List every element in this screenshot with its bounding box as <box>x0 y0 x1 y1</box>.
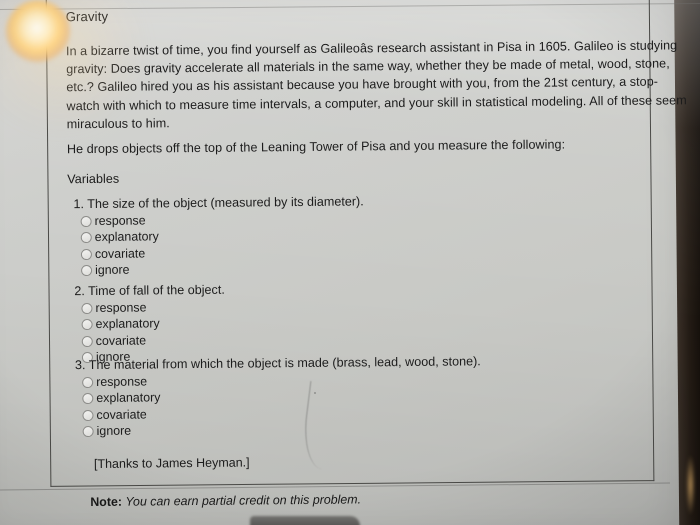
option-label: response <box>95 300 147 315</box>
question-2-text: 2. Time of fall of the object. <box>74 282 225 299</box>
foreground-object <box>250 516 360 525</box>
radio-icon[interactable] <box>80 248 92 260</box>
note-label: Note: <box>90 494 123 510</box>
note-text: You can earn partial credit on this prob… <box>125 492 362 509</box>
radio-icon[interactable] <box>81 302 93 314</box>
question-2-option-response[interactable]: response <box>81 299 225 317</box>
option-label: response <box>96 374 148 389</box>
radio-icon[interactable] <box>80 232 92 244</box>
option-label: explanatory <box>94 229 159 245</box>
problem-measurement-line: He drops objects off the top of the Lean… <box>66 137 566 157</box>
radio-icon[interactable] <box>81 265 93 277</box>
screen-speck-artifact <box>314 392 316 394</box>
option-label: covariate <box>95 333 147 348</box>
option-label: ignore <box>96 423 132 439</box>
question-2: 2. Time of fall of the object. response … <box>74 282 225 366</box>
attribution-text: [Thanks to James Heyman.] <box>93 455 250 471</box>
radio-icon[interactable] <box>82 409 94 421</box>
question-3: 3. The material from which the object is… <box>75 353 482 440</box>
lens-flare-glare <box>6 0 70 62</box>
option-label: explanatory <box>95 316 160 332</box>
partial-credit-note: Note: You can earn partial credit on thi… <box>90 492 361 509</box>
option-label: covariate <box>94 246 146 261</box>
option-label: ignore <box>95 262 130 278</box>
radio-icon[interactable] <box>82 376 94 388</box>
option-label: response <box>94 213 146 228</box>
question-2-option-explanatory[interactable]: explanatory <box>81 315 226 333</box>
radio-icon[interactable] <box>82 426 94 438</box>
question-3-option-ignore[interactable]: ignore <box>82 420 482 440</box>
question-1-option-ignore[interactable]: ignore <box>81 260 364 279</box>
option-label: covariate <box>96 407 147 422</box>
radio-icon[interactable] <box>80 215 92 227</box>
radio-icon[interactable] <box>82 393 94 405</box>
variables-heading: Variables <box>67 171 120 187</box>
radio-icon[interactable] <box>81 335 93 347</box>
problem-intro-paragraph: In a bizarre twist of time, you find you… <box>65 38 687 132</box>
screen-photo: Gravity In a bizarre twist of time, you … <box>0 0 700 525</box>
radio-icon[interactable] <box>81 319 93 331</box>
option-label: explanatory <box>96 390 161 406</box>
question-2-option-covariate[interactable]: covariate <box>81 332 226 350</box>
question-1-text: 1. The size of the object (measured by i… <box>73 194 364 212</box>
question-1: 1. The size of the object (measured by i… <box>73 193 364 279</box>
